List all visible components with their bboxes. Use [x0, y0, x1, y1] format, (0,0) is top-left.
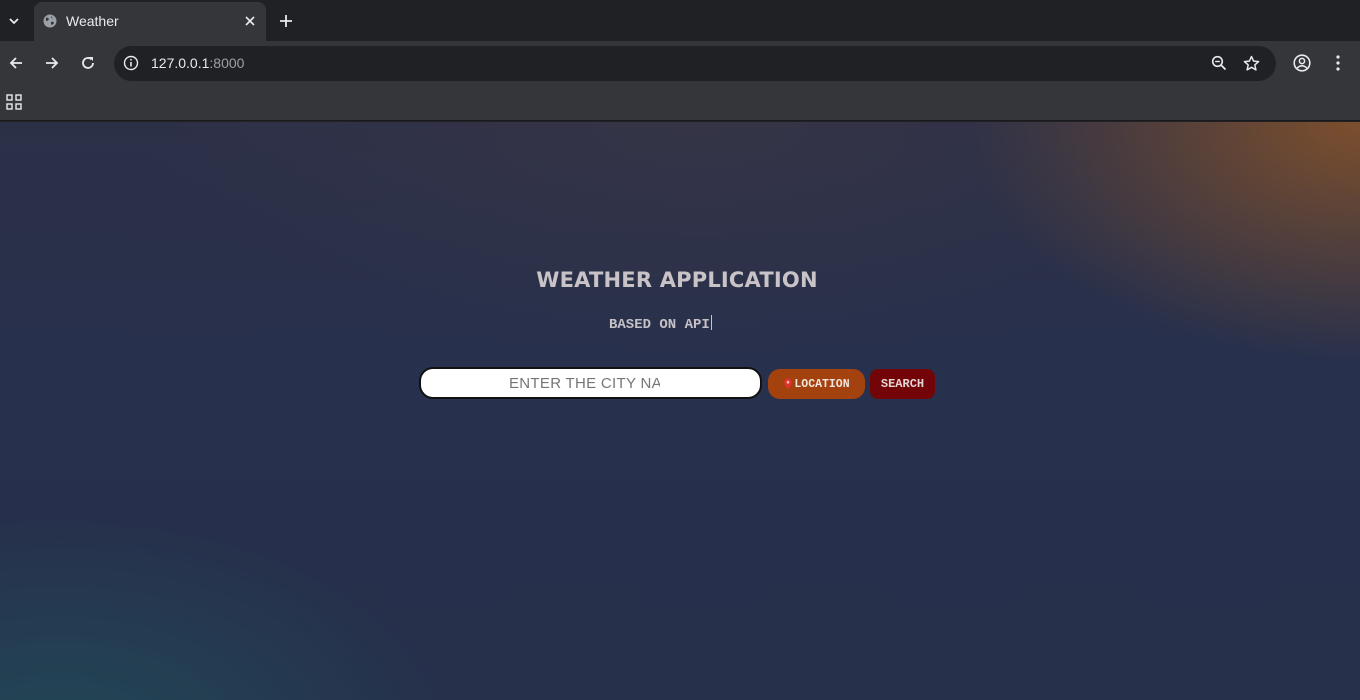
page-title: WEATHER APPLICATION	[536, 268, 818, 292]
page-subtitle: BASED ON API	[609, 315, 712, 333]
tab-title: Weather	[66, 13, 119, 29]
search-button[interactable]: SEARCH	[870, 369, 935, 399]
typing-caret	[710, 315, 712, 330]
browser-tab-strip: Weather	[0, 0, 1360, 42]
city-search-input[interactable]	[419, 367, 762, 399]
apps-grid-icon[interactable]	[6, 94, 22, 110]
back-arrow-icon[interactable]	[5, 52, 27, 74]
url-text: 127.0.0.1:8000	[151, 55, 244, 71]
weather-page: WEATHER APPLICATION BASED ON API LOCATIO…	[0, 122, 1360, 700]
zoom-out-icon[interactable]	[1210, 54, 1228, 72]
profile-icon[interactable]	[1291, 52, 1313, 74]
location-button[interactable]: LOCATION	[768, 369, 865, 399]
forward-arrow-icon[interactable]	[41, 52, 63, 74]
address-bar[interactable]: 127.0.0.1:8000	[114, 46, 1276, 81]
bookmarks-bar	[0, 86, 1360, 121]
globe-icon	[43, 14, 57, 28]
reload-icon[interactable]	[77, 52, 99, 74]
close-icon[interactable]	[242, 13, 258, 29]
browser-toolbar: 127.0.0.1:8000	[0, 41, 1360, 86]
map-pin-icon	[783, 378, 793, 390]
url-port: :8000	[209, 55, 245, 71]
plus-icon[interactable]	[276, 11, 296, 31]
location-button-label: LOCATION	[794, 377, 850, 391]
browser-tab[interactable]: Weather	[34, 2, 266, 42]
subtitle-text: BASED ON API	[609, 317, 710, 333]
chevron-down-icon[interactable]	[3, 10, 25, 32]
url-host: 127.0.0.1	[151, 55, 210, 71]
kebab-menu-icon[interactable]	[1327, 52, 1349, 74]
info-icon[interactable]	[123, 55, 139, 71]
star-icon[interactable]	[1242, 54, 1260, 72]
